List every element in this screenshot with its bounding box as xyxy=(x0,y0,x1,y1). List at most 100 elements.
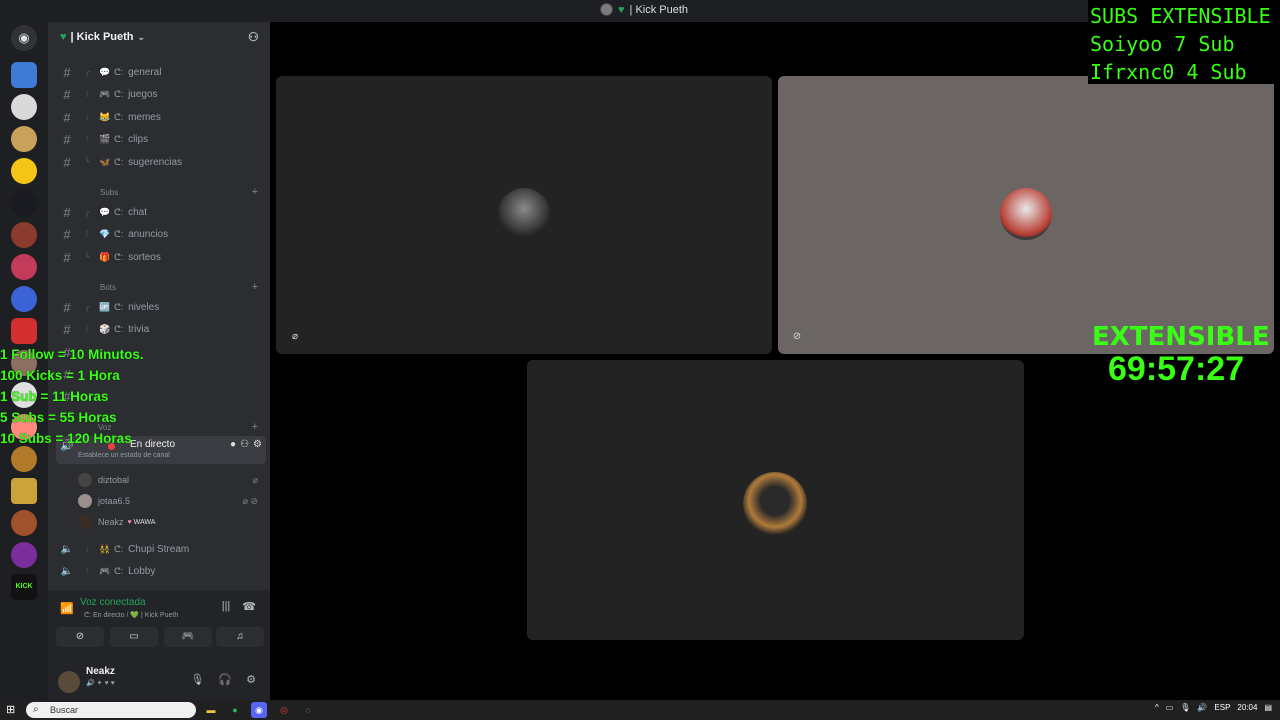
server-icon-9[interactable] xyxy=(11,318,37,344)
disconnect-icon[interactable]: ☎ xyxy=(242,600,256,613)
hash-icon: # xyxy=(63,64,71,80)
add-channel-icon[interactable]: + xyxy=(252,186,258,198)
headphones-icon[interactable]: 🎧 xyxy=(218,673,232,686)
channel-name: anuncios xyxy=(128,228,169,240)
invite-people-icon[interactable]: ⚇ xyxy=(248,30,262,44)
subs-overlay: SUBS EXTENSIBLE Soiyoo 7 Sub Ifrxnc0 4 S… xyxy=(1088,0,1280,84)
language-indicator[interactable]: ESP xyxy=(1214,703,1230,712)
add-member-icon[interactable]: ⚇ xyxy=(240,439,249,450)
voice-user-jotaa[interactable]: jotaa6.5 ⌀ ⊘ xyxy=(78,491,266,511)
camera-off-button[interactable]: ⊘ xyxy=(56,627,104,647)
taskbar-search[interactable]: ⌕ Buscar xyxy=(26,702,196,718)
server-icon-5[interactable] xyxy=(11,190,37,216)
obs-icon[interactable]: ◌ xyxy=(300,702,316,718)
video-tile-1[interactable]: ⌀ xyxy=(276,76,772,354)
activities-button[interactable]: 🎮 xyxy=(164,627,212,647)
rule-line: 100 Kicks = 1 Hora xyxy=(0,368,120,383)
network-icon[interactable]: ▭ xyxy=(1166,703,1174,712)
hash-icon: # xyxy=(63,86,71,102)
channel-trivia[interactable]: # ⁝ 🎲 ᕦ: trivia xyxy=(56,319,266,339)
category-bots[interactable]: Bots + xyxy=(60,280,266,294)
voice-channel-chupi-stream[interactable]: 🔈 ⁝ 👯 ᕦ: Chupi Stream xyxy=(56,539,266,559)
hash-icon: # xyxy=(63,299,71,315)
add-channel-icon[interactable]: + xyxy=(252,421,258,433)
chat-bubble-icon[interactable]: ● xyxy=(230,439,236,450)
sub-entry: Ifrxnc0 4 Sub xyxy=(1090,60,1247,84)
gear-icon[interactable]: ⚙ xyxy=(253,439,262,450)
signal-icon[interactable]: 📶 xyxy=(60,602,74,615)
server-icon-6[interactable] xyxy=(11,222,37,248)
server-icon-4[interactable] xyxy=(11,158,37,184)
discord-home-icon[interactable]: ◉ xyxy=(11,25,37,51)
chevron-down-icon: ⌄ xyxy=(137,31,146,42)
channel-sugerencias[interactable]: # ╰ 🦋 ᕦ: sugerencias xyxy=(56,152,266,172)
user-name[interactable]: Neakz xyxy=(86,666,115,677)
gear-icon[interactable]: ⚙ xyxy=(246,673,256,686)
soundboard-icon: ♫ xyxy=(236,631,244,642)
hash-icon: # xyxy=(63,154,71,170)
video-tile-2[interactable]: ⊘ xyxy=(778,76,1274,354)
hash-icon: # xyxy=(63,131,71,147)
channel-name: juegos xyxy=(128,88,158,100)
channel-niveles[interactable]: # ╭ 🆙 ᕦ: niveles xyxy=(56,297,266,317)
channel-name: memes xyxy=(128,111,161,123)
voice-connected-status[interactable]: Voz conectada xyxy=(80,597,146,608)
voice-connection-panel: 📶 Voz conectada ᕦ: En directo / 💚 | Kick… xyxy=(48,590,270,668)
channel-clips[interactable]: # ⁝ 🎬 ᕦ: clips xyxy=(56,129,266,149)
channel-general[interactable]: # ╭ 💬 ᕦ: general xyxy=(56,62,266,82)
channel-anuncios[interactable]: # ⁝ 💎 ᕦ: anuncios xyxy=(56,224,266,244)
deafened-icon: ⊘ xyxy=(792,331,802,342)
mic-icon[interactable]: 🎙 xyxy=(1180,703,1190,712)
server-icon-16[interactable] xyxy=(11,542,37,568)
category-subs[interactable]: Subs + xyxy=(60,185,266,199)
add-channel-icon[interactable]: + xyxy=(252,281,258,293)
server-icon-15[interactable] xyxy=(11,510,37,536)
file-explorer-icon[interactable]: ▬ xyxy=(203,702,219,718)
kick-server-icon[interactable]: KICK xyxy=(11,574,37,600)
speech-bubble-icon: 💬 xyxy=(99,206,111,217)
voice-location[interactable]: ᕦ: En directo / 💚 | Kick Pueth xyxy=(84,611,178,619)
camera-off-icon: ⊘ xyxy=(75,631,85,642)
muted-mic-icon: ⌀ xyxy=(252,474,258,485)
channel-chat[interactable]: # ╭ 💬 ᕦ: chat xyxy=(56,202,266,222)
spotify-icon[interactable]: ● xyxy=(227,702,243,718)
discord-taskbar-icon[interactable]: ◉ xyxy=(251,702,267,718)
clock[interactable]: 20:04 xyxy=(1237,703,1257,712)
avatar[interactable] xyxy=(58,671,80,693)
sub-entry: Soiyoo 7 Sub xyxy=(1090,32,1235,56)
voice-user-diztobal[interactable]: diztobal ⌀ xyxy=(78,470,266,490)
participant-avatar xyxy=(743,472,807,536)
server-name: | Kick Pueth xyxy=(70,31,134,43)
hash-icon: # xyxy=(63,109,71,125)
server-icon-1[interactable] xyxy=(11,62,37,88)
voice-user-neakz[interactable]: Neakz ♥ WAWA xyxy=(78,512,266,532)
server-icon-2[interactable] xyxy=(11,94,37,120)
microphone-icon[interactable]: 🎙 xyxy=(190,673,204,686)
avatar xyxy=(78,515,92,529)
server-icon-14[interactable] xyxy=(11,478,37,504)
voice-user-name: Neakz xyxy=(98,517,124,527)
server-icon-8[interactable] xyxy=(11,286,37,312)
voice-channel-lobby[interactable]: 🔈 ⁝ 🎮 ᕦ: Lobby xyxy=(56,561,266,581)
channel-juegos[interactable]: # ⁝ 🎮 ᕦ: juegos xyxy=(56,84,266,104)
noise-suppression-icon[interactable]: ||| xyxy=(222,600,231,613)
soundboard-button[interactable]: ♫ xyxy=(216,627,264,647)
channel-name: general xyxy=(128,66,162,78)
server-icon-7[interactable] xyxy=(11,254,37,280)
server-icon-3[interactable] xyxy=(11,126,37,152)
volume-icon[interactable]: 🔊 xyxy=(1197,703,1207,712)
channel-sorteos[interactable]: # ╰ 🎁 ᕦ: sorteos xyxy=(56,247,266,267)
video-tile-3[interactable] xyxy=(527,360,1024,640)
rule-line: 5 Subs = 55 Horas xyxy=(0,410,117,425)
voice-channel-name: Lobby xyxy=(128,565,156,577)
channel-status-text[interactable]: Establece un estado de canal xyxy=(78,452,170,459)
server-header[interactable]: ♥ | Kick Pueth ⌄ ⚇ xyxy=(48,22,270,52)
chrome-icon[interactable]: ◎ xyxy=(276,702,292,718)
server-icon-13[interactable] xyxy=(11,446,37,472)
chevron-up-icon[interactable]: ^ xyxy=(1155,703,1159,712)
notification-icon[interactable]: ▤ xyxy=(1264,703,1272,712)
speech-bubble-icon: 💬 xyxy=(99,66,111,77)
screen-share-button[interactable]: ▭ xyxy=(110,627,158,647)
channel-memes[interactable]: # ⁝ 😹 ᕦ: memes xyxy=(56,107,266,127)
windows-start-icon[interactable]: ⊞ xyxy=(6,703,19,716)
